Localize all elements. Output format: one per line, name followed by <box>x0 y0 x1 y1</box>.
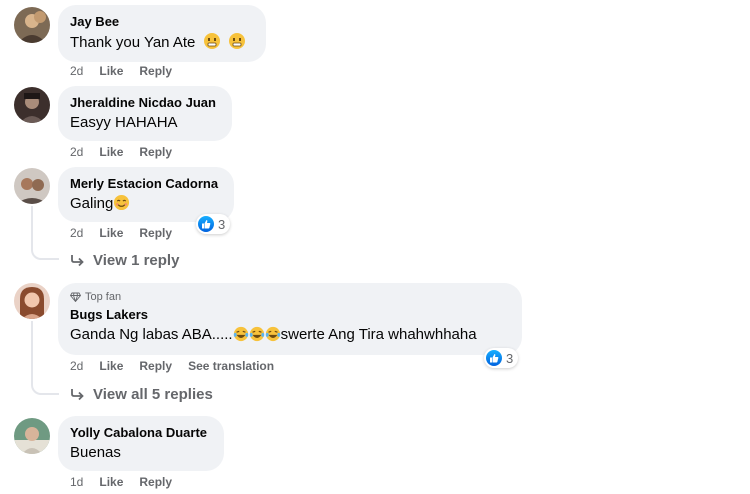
comment-author[interactable]: Jay Bee <box>70 13 254 30</box>
comment-time[interactable]: 2d <box>70 358 83 374</box>
smile-emoji-icon <box>114 194 130 211</box>
grinning-emoji-icon <box>203 33 220 49</box>
see-translation-link[interactable]: See translation <box>188 358 274 374</box>
comment-text: Easyy HAHAHA <box>70 114 178 131</box>
like-button[interactable]: Like <box>99 63 123 79</box>
reaction-count[interactable]: 3 <box>484 348 519 368</box>
comment-text: Ganda Ng labas ABA..... swerte Ang Tira w… <box>70 326 477 343</box>
view-replies-label: View all 5 replies <box>93 386 213 403</box>
reaction-count-value: 3 <box>506 350 514 366</box>
comment-bubble: Top fan Bugs Lakers Ganda Ng labas ABA..… <box>58 283 522 355</box>
comment-text: Thank you Yan Ate <box>70 32 254 53</box>
like-button[interactable]: Like <box>99 474 123 490</box>
comment-bubble: Yolly Cabalona Duarte Buenas <box>58 416 224 471</box>
comment-time[interactable]: 2d <box>70 63 83 79</box>
comment-bubble: Jheraldine Nicdao Juan Easyy HAHAHA <box>58 86 232 141</box>
reply-button[interactable]: Reply <box>139 474 172 490</box>
reply-button[interactable]: Reply <box>139 144 172 160</box>
comment-time[interactable]: 2d <box>70 144 83 160</box>
reply-thread-line <box>31 321 59 395</box>
reply-thread-line <box>31 206 59 260</box>
comment-actions: 2d Like Reply <box>70 63 172 79</box>
comment-bubble: Jay Bee Thank you Yan Ate <box>58 5 266 62</box>
diamond-icon <box>70 292 81 302</box>
like-reaction-icon <box>198 216 214 232</box>
comment-author[interactable]: Merly Estacion Cadorna <box>70 175 222 192</box>
like-button[interactable]: Like <box>99 225 123 241</box>
avatar-jay-bee[interactable] <box>14 7 50 43</box>
reaction-count-value: 3 <box>218 216 226 232</box>
comment-text: Buenas <box>70 444 121 461</box>
reply-arrow-icon <box>71 389 84 401</box>
comment-author[interactable]: Bugs Lakers <box>70 306 510 323</box>
comment-author[interactable]: Jheraldine Nicdao Juan <box>70 94 220 111</box>
reaction-count[interactable]: 3 <box>196 214 231 234</box>
like-reaction-icon <box>486 350 502 366</box>
grinning-emoji-icon <box>228 33 245 49</box>
view-replies-link[interactable]: View 1 reply <box>70 252 179 269</box>
avatar-yolly[interactable] <box>14 418 50 454</box>
comment-author[interactable]: Yolly Cabalona Duarte <box>70 424 212 441</box>
reply-arrow-icon <box>71 255 84 267</box>
comment-time[interactable]: 2d <box>70 225 83 241</box>
reply-button[interactable]: Reply <box>139 358 172 374</box>
reply-button[interactable]: Reply <box>139 225 172 241</box>
comment-actions: 2d Like Reply See translation <box>70 358 274 374</box>
avatar-bugs-lakers[interactable] <box>14 283 50 319</box>
comment-time[interactable]: 1d <box>70 474 83 490</box>
top-fan-badge: Top fan <box>70 290 510 304</box>
comment-actions: 2d Like Reply <box>70 225 172 241</box>
view-replies-link[interactable]: View all 5 replies <box>70 386 213 403</box>
reply-button[interactable]: Reply <box>139 63 172 79</box>
view-replies-label: View 1 reply <box>93 252 180 269</box>
comment-actions: 2d Like Reply <box>70 144 172 160</box>
like-button[interactable]: Like <box>99 358 123 374</box>
avatar-merly[interactable] <box>14 168 50 204</box>
comment-text: Galing <box>70 194 222 214</box>
avatar-jheraldine[interactable] <box>14 87 50 123</box>
like-button[interactable]: Like <box>99 144 123 160</box>
laughing-tears-emoji-icon <box>249 326 264 342</box>
laughing-tears-emoji-icon <box>265 326 280 342</box>
laughing-tears-emoji-icon <box>233 326 248 342</box>
comment-actions: 1d Like Reply <box>70 474 172 490</box>
top-fan-label: Top fan <box>85 291 122 303</box>
